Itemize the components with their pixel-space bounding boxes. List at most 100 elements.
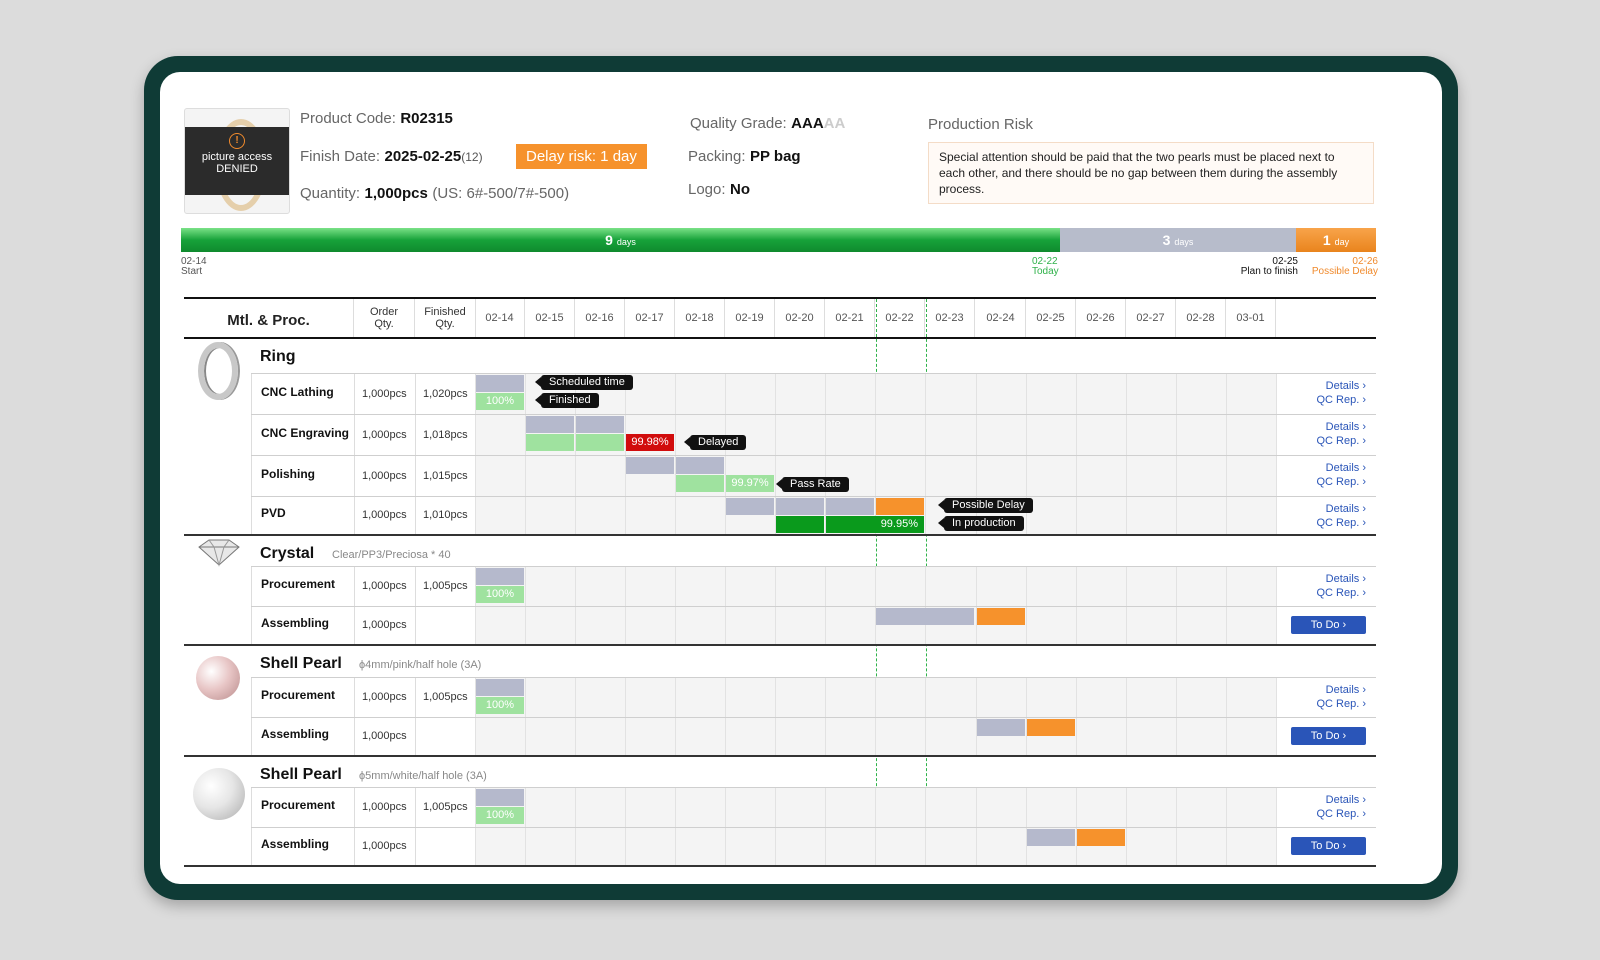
grid-line: [525, 828, 526, 865]
finished-qty: 1,018pcs: [423, 428, 468, 441]
grid-line: [1176, 607, 1177, 644]
qc-report-link[interactable]: QC Rep. ›: [1290, 394, 1366, 406]
cell-divider: [251, 456, 252, 496]
qc-report-link[interactable]: QC Rep. ›: [1290, 698, 1366, 710]
grid-line: [825, 607, 826, 644]
scheduled-bar: [676, 457, 724, 474]
cell-divider: [251, 497, 252, 534]
denied-line2: DENIED: [216, 163, 258, 175]
grid-line: [675, 718, 676, 755]
grid-line: [575, 678, 576, 717]
cell-divider: [415, 788, 416, 827]
grid-line: [775, 788, 776, 827]
production-risk-title: Production Risk: [928, 116, 1034, 133]
process-name: CNC Lathing: [261, 384, 334, 399]
todo-button[interactable]: To Do ›: [1291, 837, 1366, 855]
grid-line: [525, 567, 526, 606]
date-header: 02-14: [475, 299, 525, 337]
grid-line: [925, 497, 926, 534]
date-header: 02-24: [976, 299, 1026, 337]
grid-line: [925, 828, 926, 865]
timeline-delay: 1 day: [1296, 228, 1376, 252]
grid-line: [575, 497, 576, 534]
grid-line: [725, 718, 726, 755]
grid-line: [775, 456, 776, 496]
grid-line: [976, 788, 977, 827]
grid-line: [1176, 788, 1177, 827]
timeline-remaining: 3 days: [1060, 228, 1296, 252]
grid-line: [475, 718, 476, 755]
details-link[interactable]: Details ›: [1290, 503, 1366, 515]
finished-bar: [576, 434, 624, 451]
grid-line: [1226, 456, 1227, 496]
qc-report-link[interactable]: QC Rep. ›: [1290, 517, 1366, 529]
today-label: Today: [1032, 266, 1059, 277]
grid-line: [1226, 607, 1227, 644]
grid-line: [1276, 788, 1277, 827]
finished-qty: 1,005pcs: [423, 580, 468, 592]
details-link[interactable]: Details ›: [1290, 421, 1366, 433]
group-name: Ring: [260, 348, 296, 365]
process-name: Polishing: [261, 466, 315, 481]
todo-button[interactable]: To Do ›: [1291, 616, 1366, 634]
product-code-label: Product Code:: [300, 110, 396, 127]
access-denied-overlay: ! picture access DENIED: [185, 127, 289, 195]
grid-line: [775, 678, 776, 717]
warning-icon: !: [229, 133, 245, 149]
elapsed-unit: days: [616, 237, 636, 247]
grid-line: [1076, 718, 1077, 755]
qc-report-link[interactable]: QC Rep. ›: [1290, 435, 1366, 447]
screen: ! picture access DENIED Product Code: R0…: [160, 72, 1442, 884]
grid-line: [1126, 497, 1127, 534]
grid-line: [1076, 497, 1077, 534]
details-link[interactable]: Details ›: [1290, 462, 1366, 474]
cell-divider: [415, 415, 416, 455]
grid-line: [1176, 456, 1177, 496]
packing-label: Packing:: [688, 148, 746, 165]
scheduled-bar: [576, 416, 624, 433]
finished-bar: 100%: [476, 586, 524, 603]
group-spec: ϕ5mm/white/half hole (3A): [359, 770, 487, 782]
cell-divider: [354, 788, 355, 827]
order-qty: 1,000pcs: [362, 840, 407, 852]
scheduled-bar: [776, 498, 824, 515]
qc-report-link[interactable]: QC Rep. ›: [1290, 587, 1366, 599]
grid-line: [976, 567, 977, 606]
grid-line: [625, 788, 626, 827]
group-name: Shell Pearl: [260, 766, 342, 783]
grid-line: [925, 567, 926, 606]
grid-line: [575, 828, 576, 865]
date-header: 02-15: [525, 299, 575, 337]
cell-divider: [354, 828, 355, 865]
cell-divider: [251, 374, 252, 414]
grid-line: [625, 828, 626, 865]
finish-date-sub: (12): [461, 150, 483, 164]
grid-line: [525, 607, 526, 644]
grid-line: [925, 415, 926, 455]
group-separator: [184, 755, 1376, 757]
grid-line: [1126, 456, 1127, 496]
grid-line: [1126, 678, 1127, 717]
grid-line: [675, 678, 676, 717]
process-name: CNC Engraving: [261, 425, 350, 440]
grid-line: [976, 374, 977, 414]
details-link[interactable]: Details ›: [1290, 794, 1366, 806]
grid-line: [825, 415, 826, 455]
details-link[interactable]: Details ›: [1290, 573, 1366, 585]
details-link[interactable]: Details ›: [1290, 684, 1366, 696]
grid-line: [725, 374, 726, 414]
packing: Packing: PP bag: [688, 148, 801, 166]
cell-divider: [415, 828, 416, 865]
in-production-tooltip: In production: [938, 516, 1024, 531]
qc-report-link[interactable]: QC Rep. ›: [1290, 476, 1366, 488]
timeline-elapsed: 9 days: [181, 228, 1060, 252]
details-link[interactable]: Details ›: [1290, 380, 1366, 392]
cell-divider: [354, 567, 355, 606]
grid-line: [925, 678, 926, 717]
order-qty: 1,000pcs: [362, 619, 407, 631]
qc-report-link[interactable]: QC Rep. ›: [1290, 808, 1366, 820]
grid-line: [675, 788, 676, 827]
todo-button[interactable]: To Do ›: [1291, 727, 1366, 745]
grid-line: [525, 678, 526, 717]
finished-qty: 1,005pcs: [423, 801, 468, 813]
